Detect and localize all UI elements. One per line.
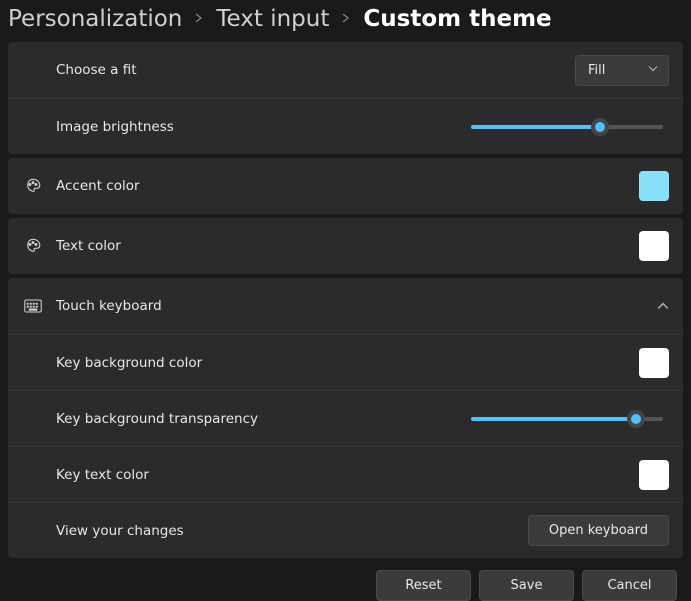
choose-fit-row: Choose a fit Fill xyxy=(8,42,683,98)
text-color-swatch[interactable] xyxy=(639,231,669,261)
accent-color-swatch[interactable] xyxy=(639,171,669,201)
key-bg-transparency-slider[interactable] xyxy=(471,409,663,429)
brightness-slider[interactable] xyxy=(471,117,663,137)
key-bg-transparency-row: Key background transparency xyxy=(8,390,683,446)
chevron-right-icon xyxy=(194,11,204,27)
cancel-button[interactable]: Cancel xyxy=(582,570,677,601)
touch-keyboard-header[interactable]: Touch keyboard xyxy=(8,278,683,334)
touch-keyboard-card: Touch keyboard Key background color Key … xyxy=(8,278,683,558)
chevron-up-icon[interactable] xyxy=(657,297,669,316)
breadcrumb-personalization[interactable]: Personalization xyxy=(8,6,182,32)
breadcrumb-custom-theme: Custom theme xyxy=(363,6,551,32)
palette-icon xyxy=(22,175,44,197)
fit-select[interactable]: Fill xyxy=(575,55,669,86)
view-changes-row: View your changes Open keyboard xyxy=(8,502,683,558)
text-color-card: Text color xyxy=(8,218,683,274)
save-button[interactable]: Save xyxy=(479,570,574,601)
breadcrumb-text-input[interactable]: Text input xyxy=(216,6,329,32)
text-color-row: Text color xyxy=(8,218,683,274)
open-keyboard-button[interactable]: Open keyboard xyxy=(528,515,669,546)
reset-button[interactable]: Reset xyxy=(376,570,471,601)
text-color-label: Text color xyxy=(56,238,639,254)
footer-buttons: Reset Save Cancel xyxy=(8,570,683,601)
fit-select-value: Fill xyxy=(588,63,605,78)
key-text-color-swatch[interactable] xyxy=(639,460,669,490)
key-text-color-label: Key text color xyxy=(56,467,639,483)
keyboard-icon xyxy=(22,295,44,317)
accent-color-card: Accent color xyxy=(8,158,683,214)
key-bg-color-label: Key background color xyxy=(56,355,639,371)
key-bg-color-row: Key background color xyxy=(8,334,683,390)
key-bg-color-swatch[interactable] xyxy=(639,348,669,378)
fit-brightness-card: Choose a fit Fill Image brightness xyxy=(8,42,683,154)
chevron-right-icon xyxy=(341,11,351,27)
view-changes-label: View your changes xyxy=(56,523,528,539)
palette-icon xyxy=(22,235,44,257)
accent-color-label: Accent color xyxy=(56,178,639,194)
choose-fit-label: Choose a fit xyxy=(56,62,575,78)
image-brightness-label: Image brightness xyxy=(56,119,471,135)
breadcrumb: Personalization Text input Custom theme xyxy=(8,0,683,42)
chevron-down-icon xyxy=(648,63,658,78)
key-text-color-row: Key text color xyxy=(8,446,683,502)
image-brightness-row: Image brightness xyxy=(8,98,683,154)
accent-color-row: Accent color xyxy=(8,158,683,214)
touch-keyboard-label: Touch keyboard xyxy=(56,298,657,314)
key-bg-transparency-label: Key background transparency xyxy=(56,411,471,427)
